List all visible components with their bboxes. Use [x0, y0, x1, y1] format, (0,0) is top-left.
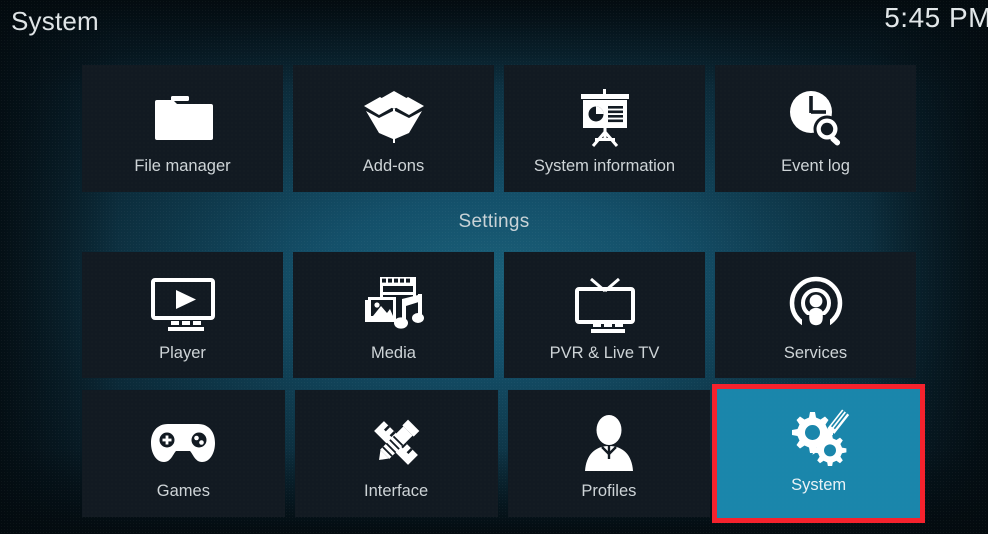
presentation-chart-icon	[575, 85, 635, 151]
folder-icon	[151, 85, 215, 151]
tile-label: PVR & Live TV	[549, 344, 660, 362]
tile-label: File manager	[134, 157, 231, 175]
broadcast-person-icon	[786, 272, 846, 338]
tile-row-middle: Player Media PVR & Live TV Services	[82, 252, 916, 378]
tile-label: Interface	[364, 482, 429, 500]
tile-label: Player	[159, 344, 206, 362]
kodi-system-screen: System 5:45 PM File manager Add-ons Syst…	[0, 0, 988, 534]
tile-services[interactable]: Services	[715, 252, 916, 378]
monitor-play-icon	[149, 272, 217, 338]
gamepad-icon	[149, 410, 217, 476]
open-box-icon	[362, 85, 426, 151]
tile-label: Services	[783, 344, 848, 362]
page-title: System	[11, 6, 99, 36]
clock-search-icon	[785, 85, 847, 151]
tile-add-ons[interactable]: Add-ons	[293, 65, 494, 192]
tile-media[interactable]: Media	[293, 252, 494, 378]
tile-label: Event log	[781, 157, 850, 175]
tile-profiles[interactable]: Profiles	[507, 390, 711, 517]
tile-file-manager[interactable]: File manager	[82, 65, 283, 192]
tile-interface[interactable]: Interface	[294, 390, 498, 517]
tv-antenna-icon	[571, 272, 639, 338]
tile-label: System	[791, 476, 847, 494]
tile-pvr-live-tv[interactable]: PVR & Live TV	[504, 252, 705, 378]
pencil-ruler-icon	[365, 410, 427, 476]
tile-system[interactable]: System	[712, 384, 925, 523]
tile-event-log[interactable]: Event log	[715, 65, 916, 192]
tile-label: Media	[371, 344, 416, 362]
tile-label: Games	[156, 482, 210, 500]
tile-label: Add-ons	[362, 157, 425, 175]
person-icon	[581, 410, 637, 476]
settings-section-label: Settings	[458, 211, 530, 232]
tile-player[interactable]: Player	[82, 252, 283, 378]
tile-system-information[interactable]: System information	[504, 65, 705, 192]
gears-screwdriver-icon	[788, 404, 850, 470]
clock: 5:45 PM	[884, 2, 988, 33]
tile-label: Profiles	[581, 482, 637, 500]
tile-row-bottom: Games Interface Profiles System	[82, 384, 925, 523]
film-photo-music-icon	[362, 272, 426, 338]
tile-games[interactable]: Games	[82, 390, 285, 517]
settings-section-divider: Settings	[0, 192, 988, 438]
tile-label: System information	[533, 157, 676, 175]
tile-row-top: File manager Add-ons System information …	[82, 65, 916, 192]
header-bar: System 5:45 PM	[0, 0, 988, 52]
